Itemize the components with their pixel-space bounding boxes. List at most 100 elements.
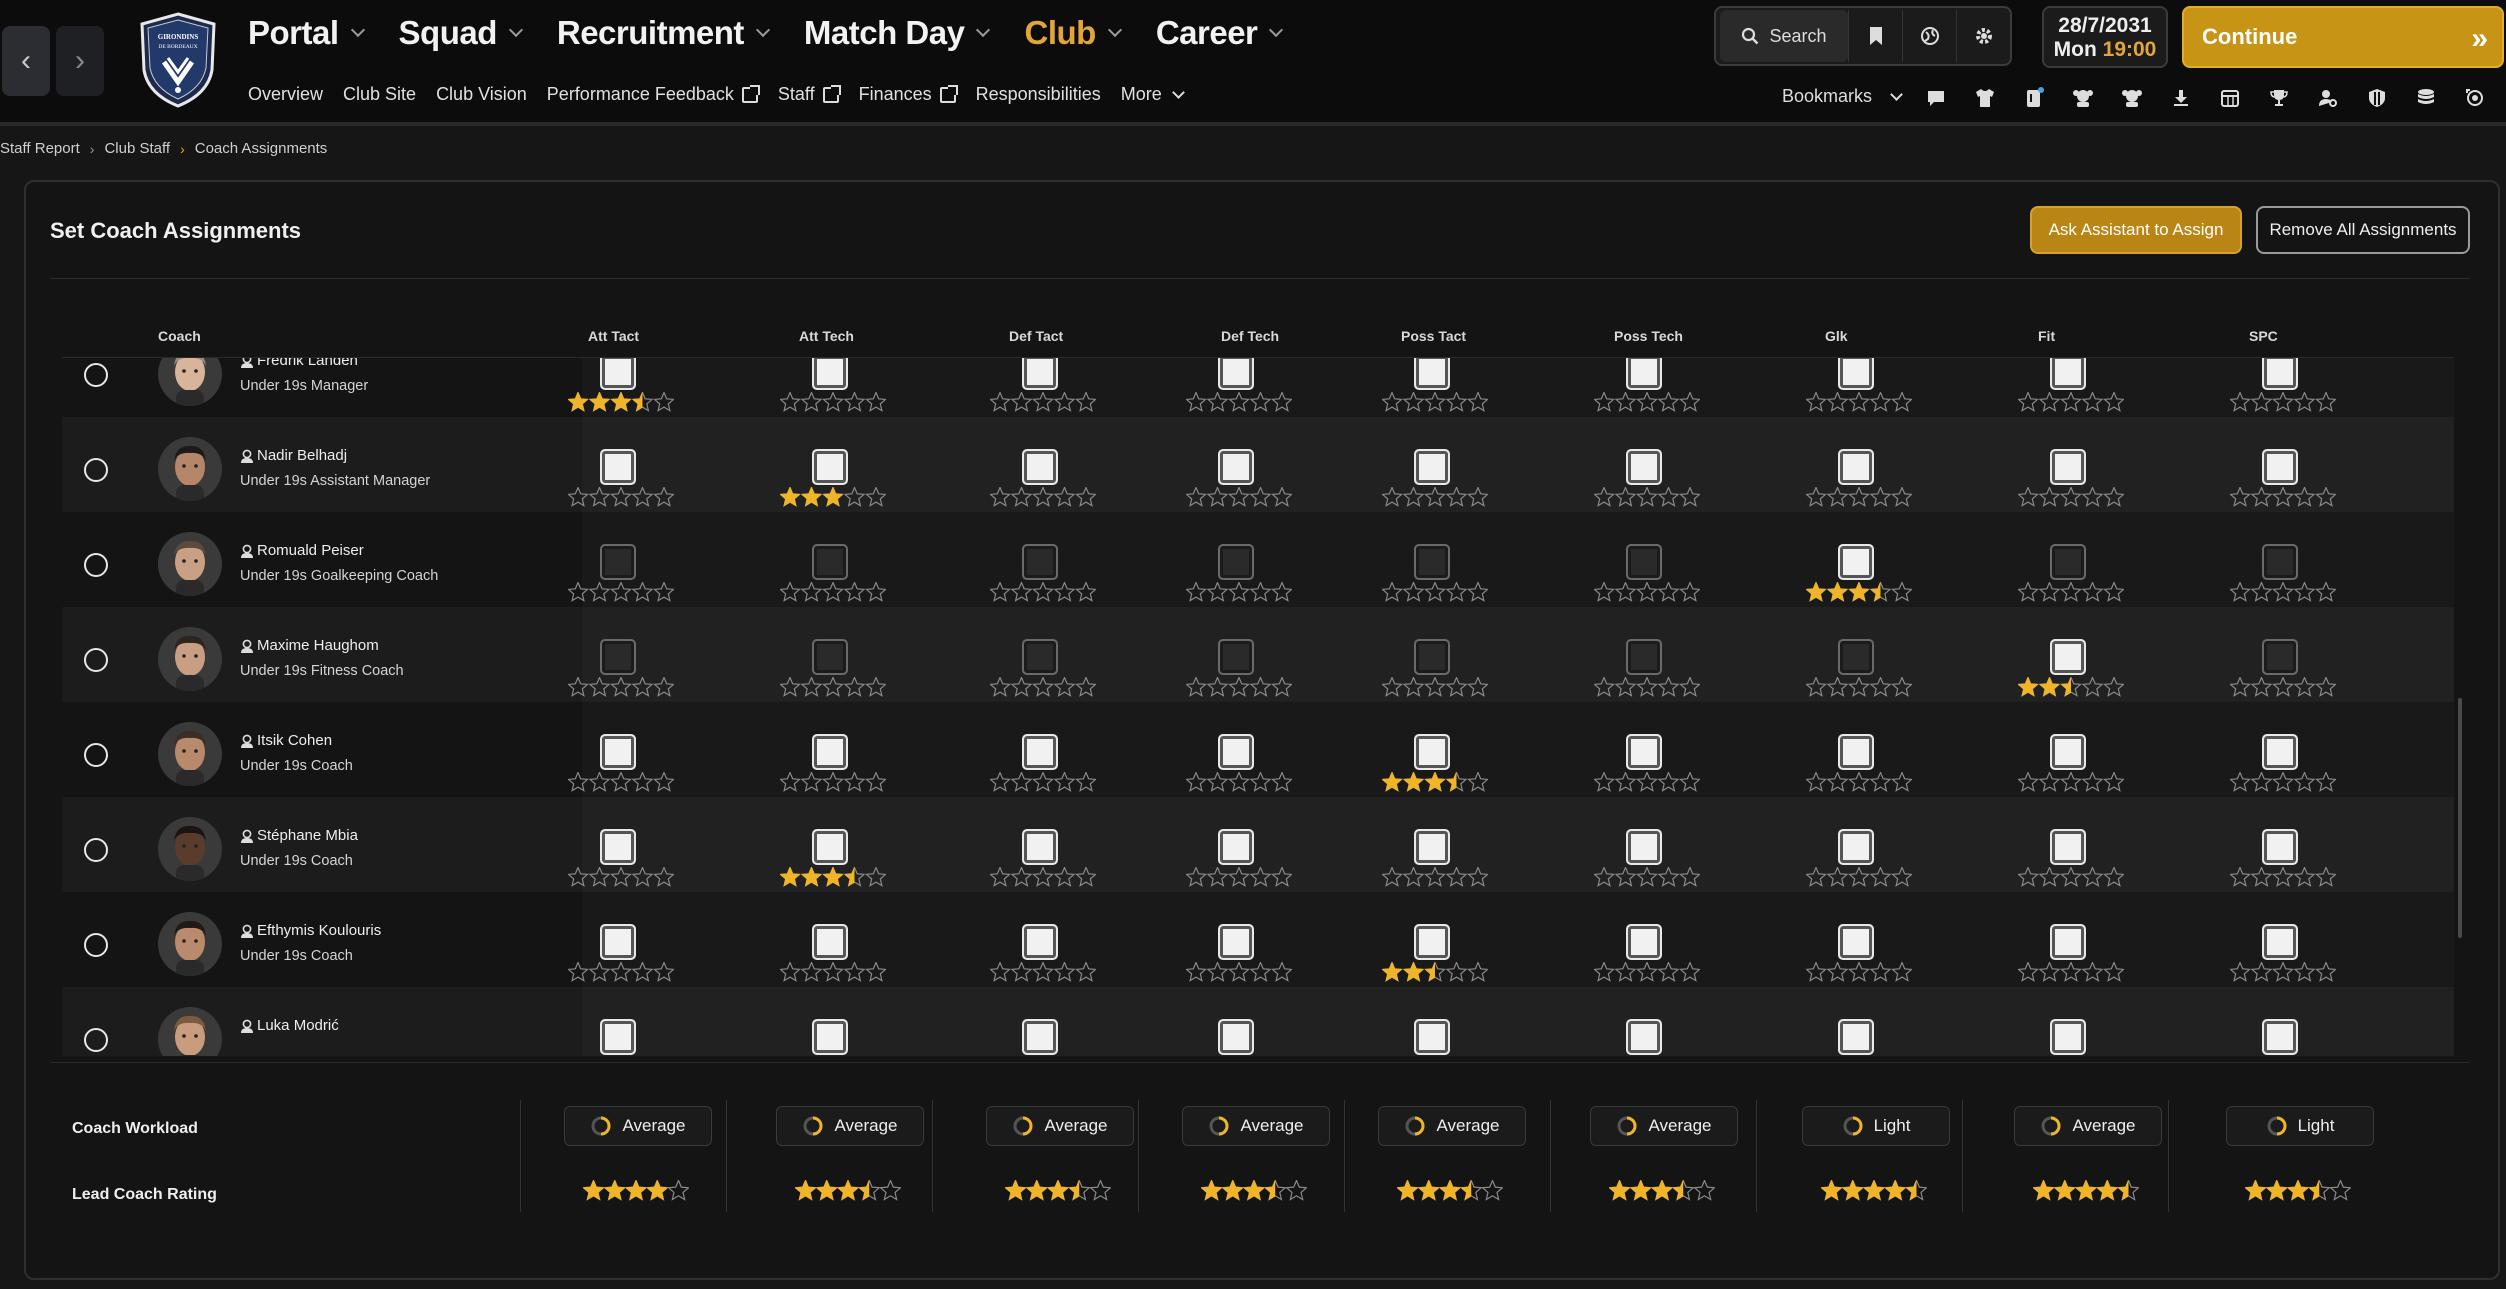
shirt-icon[interactable] <box>1969 82 2001 114</box>
row-select-radio[interactable] <box>84 1028 108 1052</box>
bookmarks-dropdown[interactable]: Bookmarks <box>1782 86 1903 107</box>
assignment-checkbox[interactable] <box>2262 449 2298 485</box>
coach-name[interactable]: Nadir Belhadj <box>240 447 347 464</box>
back-button[interactable]: ‹ <box>2 26 50 96</box>
assignment-checkbox[interactable] <box>1414 358 1450 390</box>
subnav-overview[interactable]: Overview <box>248 84 323 105</box>
assignment-checkbox[interactable] <box>2262 639 2298 675</box>
column-header-def-tact[interactable]: Def Tact <box>1009 328 1063 344</box>
assignment-checkbox[interactable] <box>812 734 848 770</box>
scout-icon[interactable] <box>2312 82 2344 114</box>
coach-name[interactable]: Maxime Haughom <box>240 637 379 654</box>
nav-recruitment[interactable]: Recruitment <box>557 14 770 52</box>
assignment-checkbox[interactable] <box>1218 734 1254 770</box>
assignment-checkbox[interactable] <box>2262 924 2298 960</box>
subnav-club-site[interactable]: Club Site <box>343 84 416 105</box>
remove-all-button[interactable]: Remove All Assignments <box>2256 206 2470 254</box>
assignment-checkbox[interactable] <box>2262 358 2298 390</box>
assignment-checkbox[interactable] <box>2050 449 2086 485</box>
assignment-checkbox[interactable] <box>600 639 636 675</box>
column-header-poss-tact[interactable]: Poss Tact <box>1401 328 1466 344</box>
assignment-checkbox[interactable] <box>2050 924 2086 960</box>
chat-icon[interactable] <box>1920 82 1952 114</box>
assignment-checkbox[interactable] <box>2050 358 2086 390</box>
assignment-checkbox[interactable] <box>600 734 636 770</box>
assignment-checkbox[interactable] <box>812 449 848 485</box>
row-select-radio[interactable] <box>84 458 108 482</box>
players-icon[interactable] <box>2067 82 2099 114</box>
nav-squad[interactable]: Squad <box>399 14 523 52</box>
avatar[interactable] <box>158 437 222 501</box>
notes-icon[interactable] <box>2018 82 2050 114</box>
coach-name[interactable]: Stéphane Mbia <box>240 827 358 844</box>
avatar[interactable] <box>158 817 222 881</box>
assignment-checkbox[interactable] <box>600 544 636 580</box>
nav-career[interactable]: Career <box>1156 14 1284 52</box>
team-icon[interactable] <box>2116 82 2148 114</box>
avatar[interactable] <box>158 1007 222 1056</box>
assignment-checkbox[interactable] <box>1022 639 1058 675</box>
assignment-checkbox[interactable] <box>1626 829 1662 865</box>
assignment-checkbox[interactable] <box>812 1019 848 1055</box>
row-select-radio[interactable] <box>84 933 108 957</box>
coach-row[interactable]: Fredrik Landén Under 19s Manager <box>62 358 2454 417</box>
assignment-checkbox[interactable] <box>1838 544 1874 580</box>
column-header-spc[interactable]: SPC <box>2249 328 2278 344</box>
download-icon[interactable] <box>2165 82 2197 114</box>
assignment-checkbox[interactable] <box>1838 639 1874 675</box>
assignment-checkbox[interactable] <box>1626 734 1662 770</box>
subnav-more[interactable]: More <box>1121 84 1185 105</box>
nav-match-day[interactable]: Match Day <box>804 14 991 52</box>
assignment-checkbox[interactable] <box>2262 1019 2298 1055</box>
avatar[interactable] <box>158 912 222 976</box>
row-select-radio[interactable] <box>84 838 108 862</box>
column-header-fit[interactable]: Fit <box>2038 328 2055 344</box>
assignment-checkbox[interactable] <box>1626 924 1662 960</box>
assignment-checkbox[interactable] <box>2050 639 2086 675</box>
assignment-checkbox[interactable] <box>1022 829 1058 865</box>
bookmark-button[interactable] <box>1848 10 1902 62</box>
coach-row[interactable]: Efthymis Koulouris Under 19s Coach <box>62 892 2454 987</box>
shield-icon[interactable] <box>2361 82 2393 114</box>
assignment-checkbox[interactable] <box>1838 449 1874 485</box>
assignment-checkbox[interactable] <box>1218 358 1254 390</box>
assignment-checkbox[interactable] <box>1218 639 1254 675</box>
assignment-checkbox[interactable] <box>2050 829 2086 865</box>
assignment-checkbox[interactable] <box>600 1019 636 1055</box>
assignment-checkbox[interactable] <box>1414 449 1450 485</box>
subnav-staff[interactable]: Staff <box>778 84 841 105</box>
trophy-icon[interactable] <box>2263 82 2295 114</box>
assignment-checkbox[interactable] <box>2262 829 2298 865</box>
forward-button[interactable]: › <box>56 26 104 96</box>
nav-portal[interactable]: Portal <box>248 14 365 52</box>
scrollbar-thumb[interactable] <box>2458 698 2462 938</box>
coach-row[interactable]: Maxime Haughom Under 19s Fitness Coach <box>62 607 2454 702</box>
assignment-checkbox[interactable] <box>600 924 636 960</box>
target-icon[interactable] <box>2459 82 2491 114</box>
search-button[interactable]: Search <box>1720 10 1848 62</box>
row-select-radio[interactable] <box>84 743 108 767</box>
assignment-checkbox[interactable] <box>1218 924 1254 960</box>
assignment-checkbox[interactable] <box>2050 734 2086 770</box>
settings-button[interactable] <box>1956 10 2010 62</box>
avatar[interactable] <box>158 627 222 691</box>
assignment-checkbox[interactable] <box>2262 734 2298 770</box>
subnav-performance-feedback[interactable]: Performance Feedback <box>547 84 760 105</box>
column-header-att-tact[interactable]: Att Tact <box>588 328 639 344</box>
assignment-checkbox[interactable] <box>1626 639 1662 675</box>
assignment-checkbox[interactable] <box>1838 1019 1874 1055</box>
row-select-radio[interactable] <box>84 648 108 672</box>
coach-row[interactable]: Nadir Belhadj Under 19s Assistant Manager <box>62 417 2454 512</box>
assignment-checkbox[interactable] <box>812 358 848 390</box>
coach-name[interactable]: Romuald Peiser <box>240 542 364 559</box>
assignment-checkbox[interactable] <box>1414 924 1450 960</box>
globe-button[interactable] <box>1902 10 1956 62</box>
assignment-checkbox[interactable] <box>1414 639 1450 675</box>
coach-name[interactable]: Itsik Cohen <box>240 732 332 749</box>
assignment-checkbox[interactable] <box>1838 734 1874 770</box>
calendar-icon[interactable] <box>2214 82 2246 114</box>
assignment-checkbox[interactable] <box>1838 829 1874 865</box>
breadcrumb-club-staff[interactable]: Club Staff <box>104 140 170 157</box>
subnav-finances[interactable]: Finances <box>859 84 958 105</box>
column-header-glk[interactable]: Glk <box>1825 328 1848 344</box>
